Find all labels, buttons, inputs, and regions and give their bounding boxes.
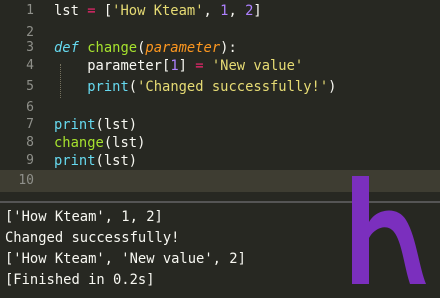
- code-line-1[interactable]: 1 lst = ['How Kteam', 1, 2]: [0, 0, 440, 22]
- code-text: print('Changed successfully!'): [87, 79, 337, 95]
- code-line-4[interactable]: 4 parameter[1] = 'New value': [0, 55, 440, 77]
- output-line: [Finished in 0.2s]: [5, 272, 155, 288]
- kteam-logo-icon: [352, 176, 426, 284]
- line-number: 5: [26, 79, 34, 94]
- code-editor[interactable]: 1 lst = ['How Kteam', 1, 2] 2 3 def chan…: [0, 0, 440, 201]
- line-number: 9: [26, 153, 34, 168]
- line-number: 4: [26, 58, 34, 73]
- line-number: 1: [26, 3, 34, 18]
- code-line-5[interactable]: 5 print('Changed successfully!'): [0, 76, 440, 98]
- indent-guide: [60, 64, 62, 98]
- output-line: ['How Kteam', 'New value', 2]: [5, 251, 246, 267]
- output-line: Changed successfully!: [5, 230, 180, 246]
- code-text: print(lst): [54, 153, 138, 169]
- line-number: 10: [18, 173, 34, 188]
- output-line: ['How Kteam', 1, 2]: [5, 209, 163, 225]
- code-text: parameter[1] = 'New value': [87, 58, 304, 74]
- code-text: lst = ['How Kteam', 1, 2]: [54, 3, 262, 19]
- code-line-9[interactable]: 9 print(lst): [0, 150, 440, 172]
